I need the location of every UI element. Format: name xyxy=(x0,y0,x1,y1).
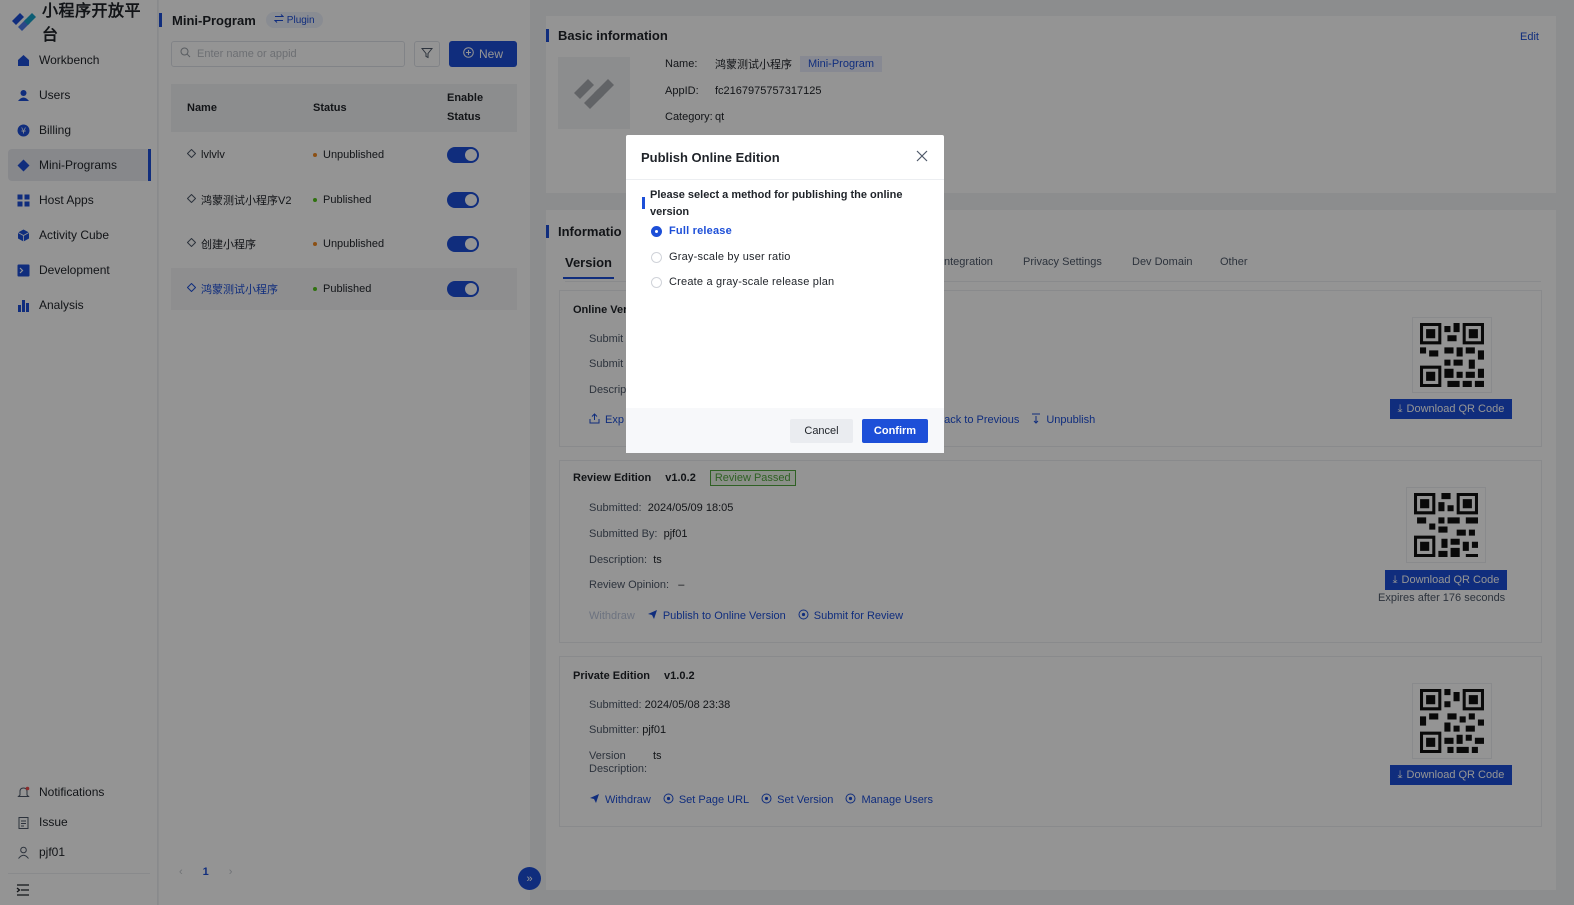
dialog-title: Publish Online Edition xyxy=(641,150,780,165)
radio-grayscale-plan[interactable]: Create a gray-scale release plan xyxy=(651,276,834,288)
dialog-footer: Cancel Confirm xyxy=(626,408,944,453)
radio-unselected-icon xyxy=(651,251,662,263)
dialog-header: Publish Online Edition xyxy=(626,135,944,180)
dialog-question: Please select a method for publishing th… xyxy=(642,187,922,221)
option-label: Full release xyxy=(669,225,732,237)
confirm-button[interactable]: Confirm xyxy=(862,419,928,443)
cancel-button[interactable]: Cancel xyxy=(790,419,853,443)
radio-unselected-icon xyxy=(651,276,662,288)
radio-grayscale-ratio[interactable]: Gray-scale by user ratio xyxy=(651,251,791,263)
option-label: Create a gray-scale release plan xyxy=(669,276,835,288)
option-label: Gray-scale by user ratio xyxy=(669,251,791,263)
publish-online-dialog: Publish Online Edition Please select a m… xyxy=(626,135,944,453)
close-icon[interactable] xyxy=(916,150,928,162)
radio-selected-icon xyxy=(651,225,662,237)
radio-full-release[interactable]: Full release xyxy=(651,225,732,237)
